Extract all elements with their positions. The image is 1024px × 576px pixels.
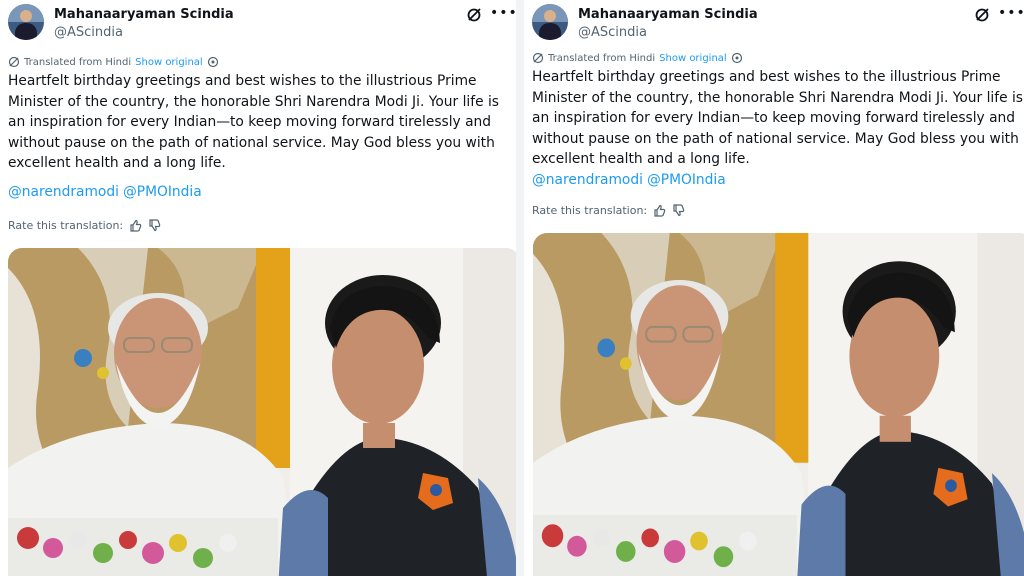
info-icon[interactable] [731,52,743,64]
tweet-text: Heartfelt birthday greetings and best wi… [532,67,1023,170]
photo-illustration [533,233,1024,576]
tweet-text-line: Minister of the country, the honorable S… [532,89,1023,106]
translate-icon [532,52,544,64]
tweet-text-line: Heartfelt birthday greetings and best wi… [8,73,477,89]
tweet-text-line: excellent health and a long life. [8,155,226,172]
mentions: @narendramodi @PMOIndia [532,172,730,188]
tweet-text-line: without pause on the path of national se… [532,130,1019,147]
author-handle[interactable]: @AScindia [578,25,647,40]
show-original-link[interactable]: Show original [659,53,727,64]
thumbs-down-icon[interactable] [148,219,161,232]
tweet-text-line: Minister of the country, the honorable S… [8,93,499,110]
show-original-link[interactable]: Show original [135,57,203,68]
avatar[interactable] [532,4,568,40]
translate-icon [8,56,20,68]
thumbs-up-icon[interactable] [653,204,666,217]
tweet-text-line: an inspiration for every Indian—to keep … [8,114,492,131]
tweet-header: Mahanaaryaman Scindia @AScindia ••• [532,4,1024,44]
tweet-card-left: Mahanaaryaman Scindia @AScindia ••• Tran… [0,0,516,576]
tweet-text-line: an inspiration for every Indian—to keep … [532,110,1016,127]
info-icon[interactable] [207,56,219,68]
mention-link[interactable]: @PMOIndia [647,172,726,188]
translation-notice: Translated from Hindi Show original [8,55,219,69]
author-handle[interactable]: @AScindia [54,25,123,40]
translation-label: Translated from Hindi [548,52,656,64]
tweet-text-line: excellent health and a long life. [532,151,750,168]
photo-illustration [8,248,516,576]
author-name[interactable]: Mahanaaryaman Scindia [54,7,234,22]
translation-notice: Translated from Hindi Show original [532,51,743,65]
tweet-text-line: Heartfelt birthday greetings and best wi… [532,69,1001,85]
mentions: @narendramodi @PMOIndia [8,184,206,200]
translation-label: Translated from Hindi [24,56,132,68]
rate-translation: Rate this translation: [8,219,161,232]
more-options-icon[interactable]: ••• [490,6,516,23]
mention-link[interactable]: @PMOIndia [123,184,202,200]
thumbs-down-icon[interactable] [672,204,685,217]
tweet-header: Mahanaaryaman Scindia @AScindia ••• [8,4,516,44]
tweet-photo[interactable] [533,233,1024,576]
rate-label: Rate this translation: [532,204,648,217]
avatar[interactable] [8,4,44,40]
tweet-card-right: Mahanaaryaman Scindia @AScindia ••• Tran… [524,0,1024,576]
grok-icon[interactable] [466,7,482,23]
rate-label: Rate this translation: [8,219,124,232]
more-options-icon[interactable]: ••• [998,6,1024,23]
thumbs-up-icon[interactable] [129,219,142,232]
panel-divider [516,0,524,576]
author-name[interactable]: Mahanaaryaman Scindia [578,7,758,22]
tweet-text: Heartfelt birthday greetings and best wi… [8,71,499,174]
grok-icon[interactable] [974,7,990,23]
tweet-photo[interactable] [8,248,516,576]
tweet-text-line: without pause on the path of national se… [8,134,495,151]
mention-link[interactable]: @narendramodi [532,172,643,188]
rate-translation: Rate this translation: [532,204,685,217]
mention-link[interactable]: @narendramodi [8,184,119,200]
